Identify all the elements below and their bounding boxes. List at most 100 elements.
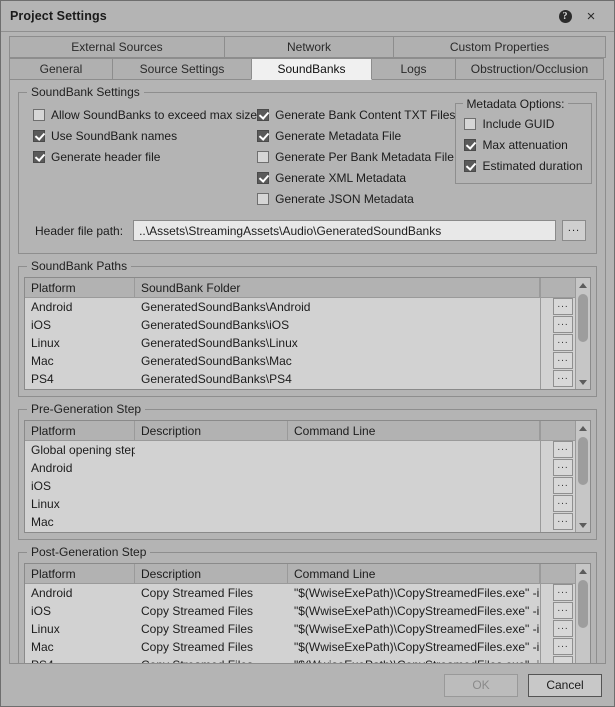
checkbox-generate-xml-metadata[interactable]: Generate XML Metadata [257, 168, 455, 187]
cell-platform: PS4 [25, 370, 135, 388]
scroll-up-arrow-icon[interactable] [576, 421, 590, 435]
ok-button[interactable]: OK [444, 674, 518, 697]
browse-row-button[interactable]: ... [553, 495, 573, 512]
tab-label: Custom Properties [450, 40, 549, 54]
column-header-command-line[interactable]: Command Line [288, 564, 540, 583]
header-file-path-input[interactable]: ..\Assets\StreamingAssets\Audio\Generate… [133, 220, 556, 241]
table-row[interactable]: PS4 GeneratedSoundBanks\PS4 [25, 370, 540, 388]
tab-external-sources[interactable]: External Sources [9, 36, 225, 58]
table-row[interactable]: PS4 Copy Streamed Files "$(WwiseExePath)… [25, 656, 540, 664]
column-header-platform[interactable]: Platform [25, 278, 135, 297]
browse-row-button[interactable]: ... [553, 316, 573, 333]
column-header-description[interactable]: Description [135, 421, 288, 440]
browse-row-button[interactable]: ... [553, 584, 573, 601]
checkbox-indicator [257, 151, 269, 163]
table-row[interactable]: Mac Copy Streamed Files "$(WwiseExePath)… [25, 638, 540, 656]
checkbox-indicator [464, 118, 476, 130]
tab-obstruction-occlusion[interactable]: Obstruction/Occlusion [455, 58, 604, 80]
row-action-slot: ... [541, 620, 575, 638]
table-row[interactable]: Linux Copy Streamed Files "$(WwiseExePat… [25, 620, 540, 638]
table-row[interactable]: Linux [25, 495, 540, 513]
header-file-path-browse-button[interactable]: ... [562, 220, 586, 241]
table-row[interactable]: iOS Copy Streamed Files "$(WwiseExePath)… [25, 602, 540, 620]
browse-row-button[interactable]: ... [553, 602, 573, 619]
scrollbar-track[interactable] [576, 578, 590, 661]
table-row[interactable]: Android [25, 459, 540, 477]
tab-general[interactable]: General [9, 58, 113, 80]
table-row[interactable]: Mac [25, 513, 540, 531]
browse-row-button[interactable]: ... [553, 477, 573, 494]
close-button[interactable]: × [578, 4, 604, 28]
checkbox-max-attenuation[interactable]: Max attenuation [464, 135, 582, 154]
scroll-down-arrow-icon[interactable] [576, 661, 590, 664]
scroll-up-arrow-icon[interactable] [576, 564, 590, 578]
checkbox-estimated-duration[interactable]: Estimated duration [464, 156, 582, 175]
column-header-platform[interactable]: Platform [25, 564, 135, 583]
post-generation-step-group: Post-Generation Step Platform Descriptio… [18, 552, 597, 664]
browse-row-button[interactable]: ... [553, 656, 573, 664]
scroll-down-arrow-icon[interactable] [576, 518, 590, 532]
checkbox-generate-json-metadata[interactable]: Generate JSON Metadata [257, 189, 455, 208]
vertical-scrollbar[interactable] [575, 278, 590, 389]
table-row[interactable]: Global opening step [25, 441, 540, 459]
table-row[interactable]: Android Copy Streamed Files "$(WwiseExeP… [25, 584, 540, 602]
vertical-scrollbar[interactable] [575, 564, 590, 664]
cell-folder: GeneratedSoundBanks\iOS [135, 316, 540, 334]
checkbox-generate-per-bank-metadata-file[interactable]: Generate Per Bank Metadata File [257, 147, 455, 166]
browse-row-button[interactable]: ... [553, 638, 573, 655]
row-action-column: ... ... ... ... ... [540, 564, 575, 664]
row-action-slot: ... [541, 656, 575, 664]
checkbox-use-soundbank-names[interactable]: Use SoundBank names [33, 126, 257, 145]
browse-row-button[interactable]: ... [553, 441, 573, 458]
scrollbar-track[interactable] [576, 292, 590, 375]
browse-row-button[interactable]: ... [553, 370, 573, 387]
help-button[interactable]: ? [552, 4, 578, 28]
checkbox-generate-bank-content-txt[interactable]: Generate Bank Content TXT Files [257, 105, 455, 124]
table-row[interactable]: iOS GeneratedSoundBanks\iOS [25, 316, 540, 334]
vertical-scrollbar[interactable] [575, 421, 590, 532]
project-settings-dialog: Project Settings ? × External Sources Ne… [0, 0, 615, 707]
cancel-button[interactable]: Cancel [528, 674, 602, 697]
column-header-soundbank-folder[interactable]: SoundBank Folder [135, 278, 540, 297]
browse-row-button[interactable]: ... [553, 352, 573, 369]
browse-row-button[interactable]: ... [553, 334, 573, 351]
column-header-platform[interactable]: Platform [25, 421, 135, 440]
scrollbar-thumb[interactable] [578, 580, 588, 628]
checkbox-indicator [33, 109, 45, 121]
soundbank-paths-group: SoundBank Paths Platform SoundBank Folde… [18, 266, 597, 397]
scrollbar-track[interactable] [576, 435, 590, 518]
row-action-slot: ... [541, 602, 575, 620]
table-row[interactable]: Android GeneratedSoundBanks\Android [25, 298, 540, 316]
scrollbar-thumb[interactable] [578, 294, 588, 342]
table-row[interactable]: Mac GeneratedSoundBanks\Mac [25, 352, 540, 370]
cell-platform: Android [25, 584, 135, 602]
cell-description: Copy Streamed Files [135, 584, 288, 602]
tab-label: External Sources [71, 40, 162, 54]
checkbox-include-guid[interactable]: Include GUID [464, 114, 582, 133]
tab-logs[interactable]: Logs [371, 58, 456, 80]
cell-description [135, 441, 288, 459]
tab-custom-properties[interactable]: Custom Properties [393, 36, 606, 58]
checkbox-generate-metadata-file[interactable]: Generate Metadata File [257, 126, 455, 145]
tab-soundbanks[interactable]: SoundBanks [251, 58, 372, 80]
checkbox-generate-header-file[interactable]: Generate header file [33, 147, 257, 166]
column-header-description[interactable]: Description [135, 564, 288, 583]
browse-row-button[interactable]: ... [553, 459, 573, 476]
cell-platform: Mac [25, 638, 135, 656]
browse-row-button[interactable]: ... [553, 620, 573, 637]
table-row[interactable]: Linux GeneratedSoundBanks\Linux [25, 334, 540, 352]
browse-row-button[interactable]: ... [553, 298, 573, 315]
table-row[interactable]: iOS [25, 477, 540, 495]
checkbox-indicator [464, 139, 476, 151]
checkbox-allow-exceed-max-size[interactable]: Allow SoundBanks to exceed max size [33, 105, 257, 124]
scrollbar-thumb[interactable] [578, 437, 588, 485]
row-action-slot: ... [541, 477, 575, 495]
tab-network[interactable]: Network [224, 36, 394, 58]
scroll-up-arrow-icon[interactable] [576, 278, 590, 292]
browse-row-button[interactable]: ... [553, 513, 573, 530]
cell-description [135, 495, 288, 513]
tab-source-settings[interactable]: Source Settings [112, 58, 252, 80]
column-header-command-line[interactable]: Command Line [288, 421, 540, 440]
tab-strip: External Sources Network Custom Properti… [1, 32, 614, 80]
scroll-down-arrow-icon[interactable] [576, 375, 590, 389]
